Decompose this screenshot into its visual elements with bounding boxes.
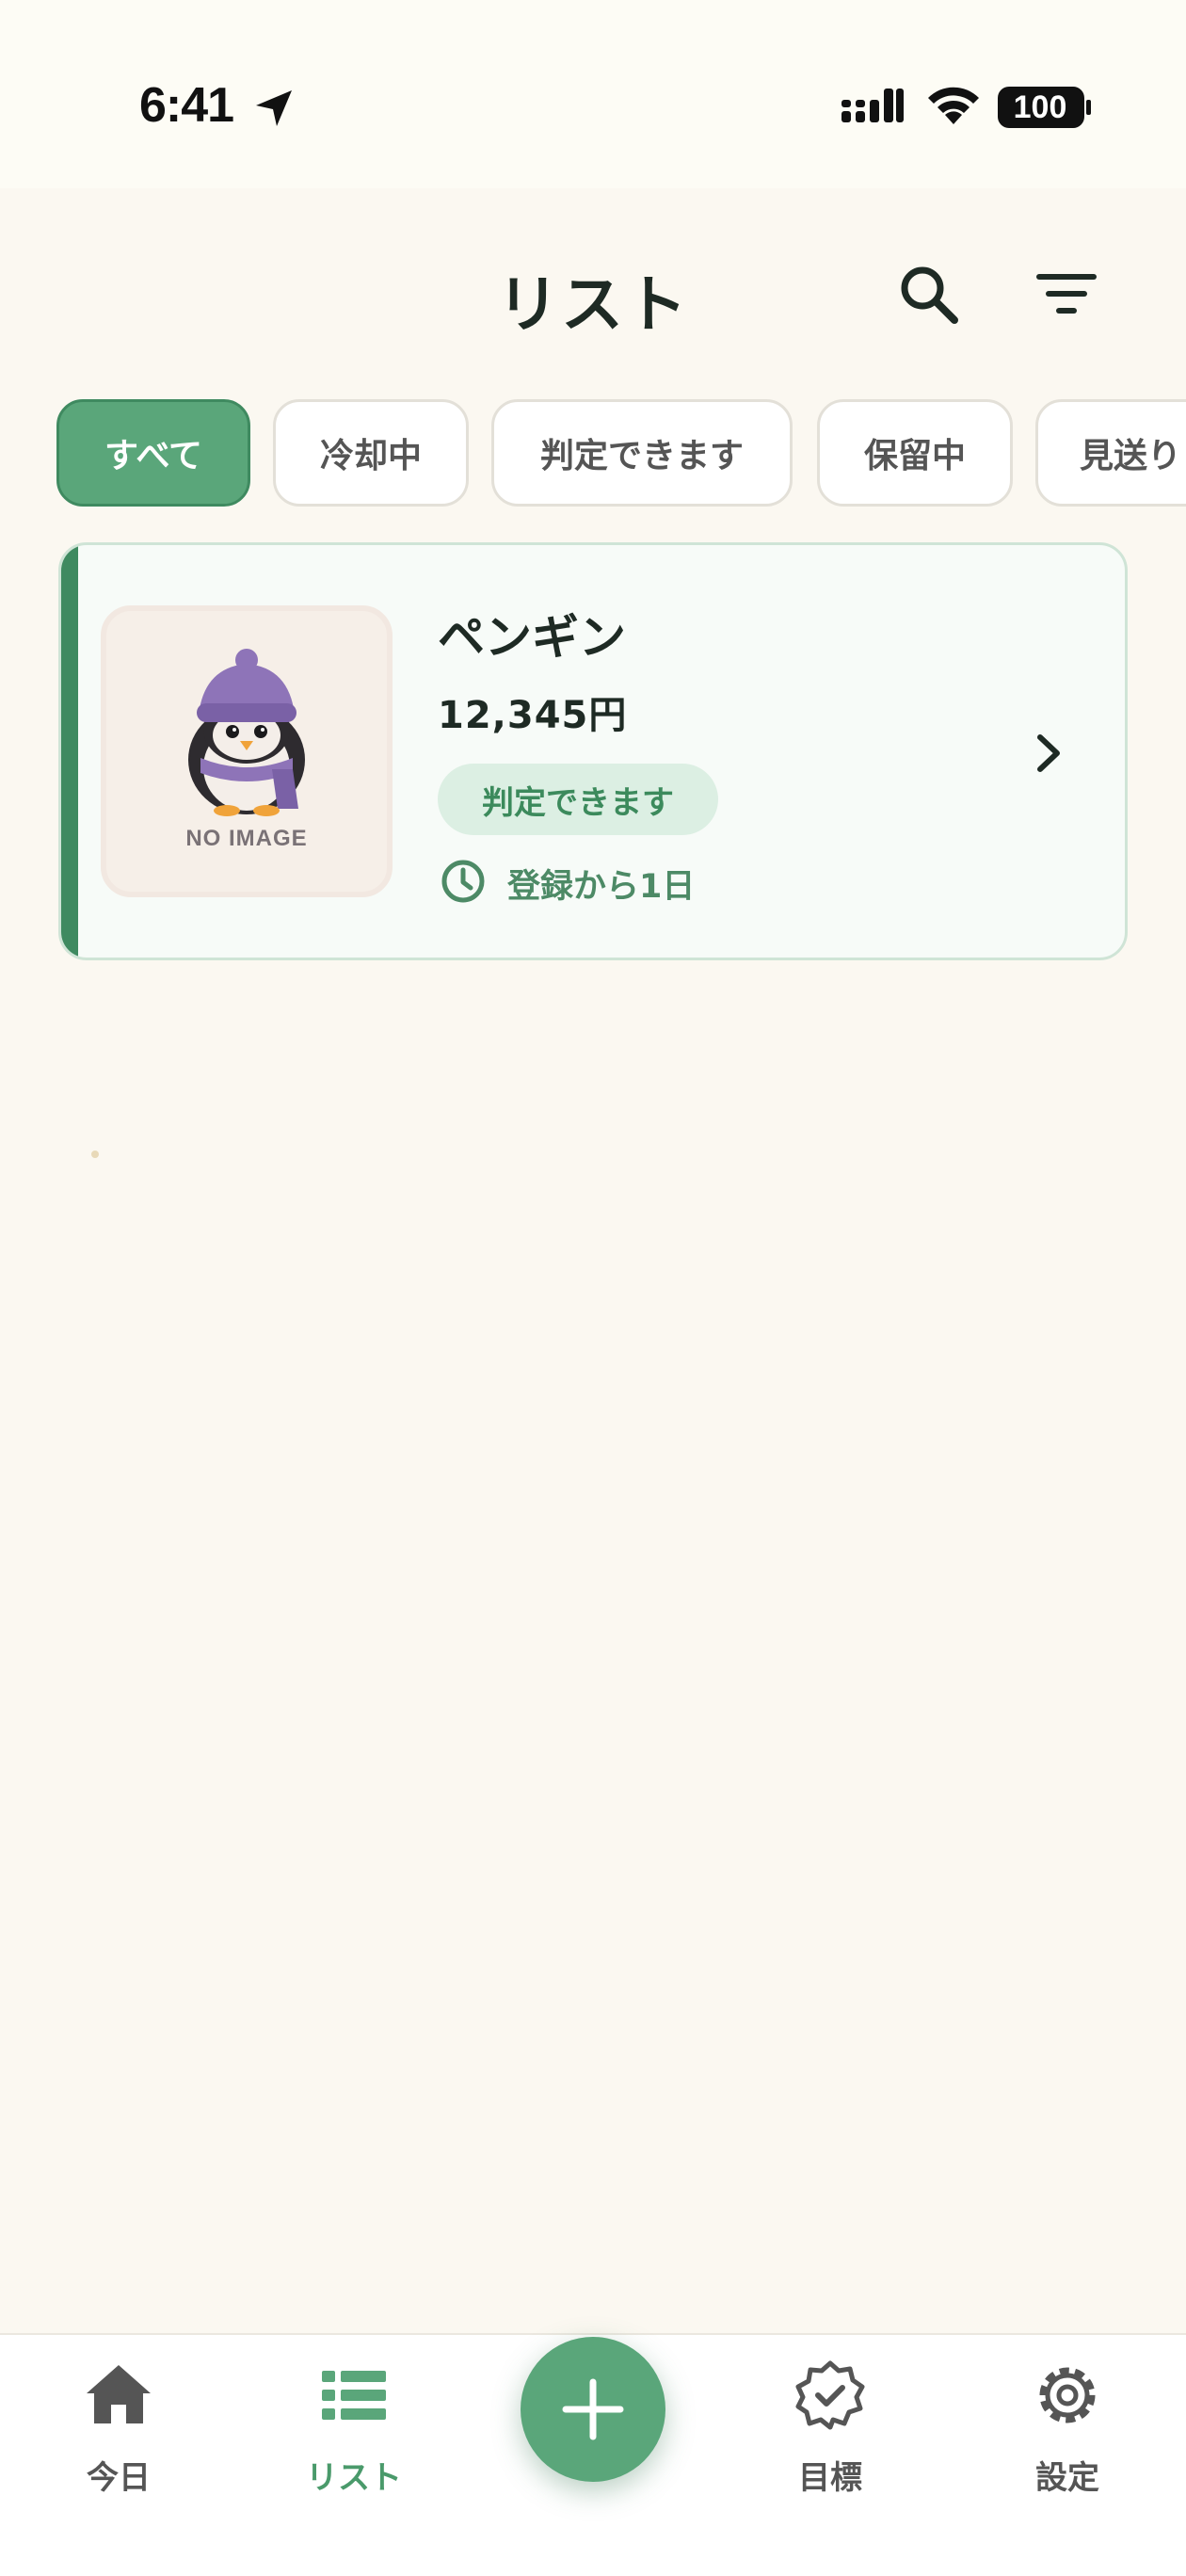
nav-label-goals: 目標 [798,2459,862,2497]
plus-icon [562,2378,624,2440]
wifi-icon [928,87,979,124]
chip-on-hold[interactable]: 保留中 [817,399,1013,507]
chip-skipped[interactable]: 見送り [1035,399,1186,507]
page-title: リスト [497,268,689,341]
item-elapsed-time: 登録から1日 [507,868,696,906]
search-button[interactable] [896,262,962,328]
filter-icon [1036,274,1097,314]
filter-chips: すべて 冷却中 判定できます 保留中 見送り [56,399,1186,508]
nav-item-today[interactable]: 今日 [24,2335,213,2523]
nav-label-list: リスト [306,2459,402,2497]
filter-button[interactable] [1034,262,1099,328]
verified-badge-icon [795,2360,865,2430]
list-item[interactable]: NO IMAGE ペンギン 12,345円 判定できます 登録から1日 [58,542,1128,960]
chevron-right-icon [1037,734,1060,772]
screen: 6:41 100 リスト すべて 冷却中 判定できます 保留中 見送り NO I… [0,0,1186,2576]
nav-label-today: 今日 [87,2459,151,2497]
thumbnail-caption: NO IMAGE [185,826,308,851]
chip-all[interactable]: すべて [56,399,250,507]
penguin-placeholder-icon [188,649,305,816]
nav-item-goals[interactable]: 目標 [736,2335,924,2523]
clock-icon [441,860,485,903]
home-icon [87,2365,151,2423]
item-name: ペンギン [438,610,626,665]
gear-icon [1039,2367,1096,2423]
add-item-button[interactable] [521,2337,665,2482]
chip-decidable[interactable]: 判定できます [491,399,793,507]
nav-item-list[interactable]: リスト [260,2335,448,2523]
list-icon [322,2371,386,2420]
nav-item-settings[interactable]: 設定 [973,2335,1162,2523]
decorative-dot [91,1151,99,1158]
card-accent-bar [61,545,78,958]
battery-level: 100 [1013,89,1067,125]
item-price: 12,345円 [438,694,628,737]
status-time: 6:41 [139,78,234,133]
item-thumbnail: NO IMAGE [101,605,393,897]
nav-label-settings: 設定 [1035,2459,1099,2497]
cellular-signal-icon [841,89,904,122]
location-arrow-icon [256,90,292,126]
status-bar: 6:41 100 [0,0,1186,188]
status-badge: 判定できます [438,764,718,835]
search-icon [901,266,958,324]
chip-cooling[interactable]: 冷却中 [273,399,469,507]
